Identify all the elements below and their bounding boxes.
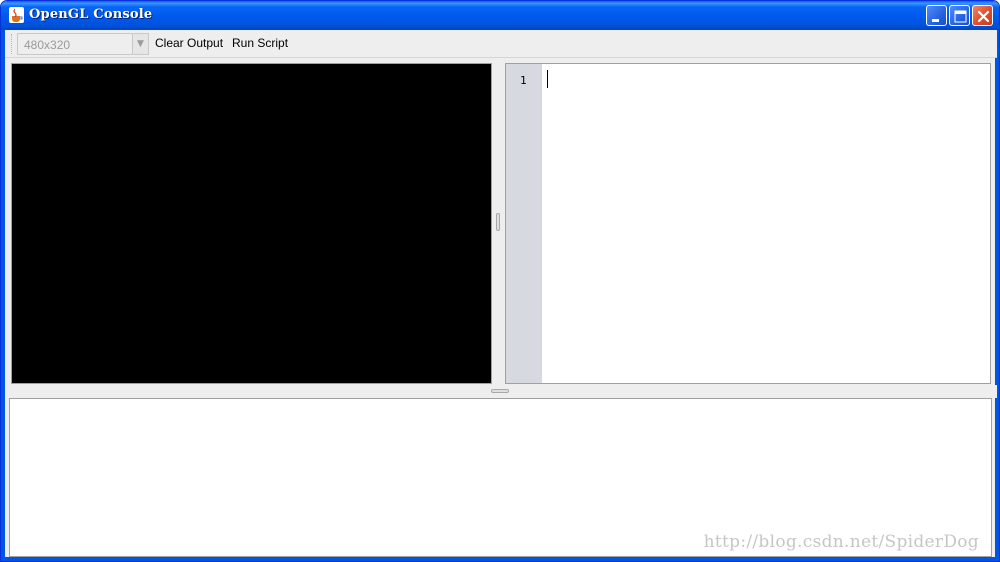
run-script-button[interactable]: Run Script	[232, 36, 288, 50]
horizontal-split-divider[interactable]	[5, 385, 997, 398]
output-console[interactable]: http://blog.csdn.net/SpiderDog	[9, 398, 992, 557]
maximize-icon	[954, 10, 967, 23]
watermark-text: http://blog.csdn.net/SpiderDog	[703, 532, 979, 552]
code-text-area[interactable]	[542, 64, 990, 383]
resolution-select[interactable]: 480x320 ▼	[17, 33, 149, 55]
app-window: OpenGL Console 480x320 ▼ Clear Output Ru…	[0, 0, 1000, 562]
toolbar: 480x320 ▼ Clear Output Run Script	[5, 30, 997, 58]
clear-output-button[interactable]: Clear Output	[155, 36, 223, 50]
script-editor[interactable]: 1	[505, 63, 991, 384]
title-bar[interactable]: OpenGL Console	[1, 1, 999, 30]
window-border-bottom	[1, 557, 999, 561]
resolution-value: 480x320	[24, 38, 71, 52]
opengl-render-canvas[interactable]	[11, 63, 492, 384]
window-border-right	[995, 30, 999, 561]
window-border-left	[1, 30, 5, 561]
line-number: 1	[520, 74, 527, 87]
close-button[interactable]	[972, 5, 993, 26]
chevron-down-icon[interactable]: ▼	[132, 34, 148, 54]
window-title: OpenGL Console	[29, 7, 153, 22]
split-handle-icon[interactable]	[491, 389, 509, 393]
line-number-gutter: 1	[506, 64, 542, 383]
minimize-button[interactable]	[926, 5, 947, 26]
vertical-split-divider[interactable]	[493, 63, 503, 385]
split-handle-icon[interactable]	[496, 213, 500, 231]
toolbar-grip[interactable]	[11, 34, 14, 54]
maximize-button[interactable]	[949, 5, 970, 26]
text-caret	[547, 70, 548, 88]
minimize-icon	[932, 19, 939, 22]
close-icon	[977, 10, 990, 23]
java-cup-icon	[9, 7, 24, 23]
